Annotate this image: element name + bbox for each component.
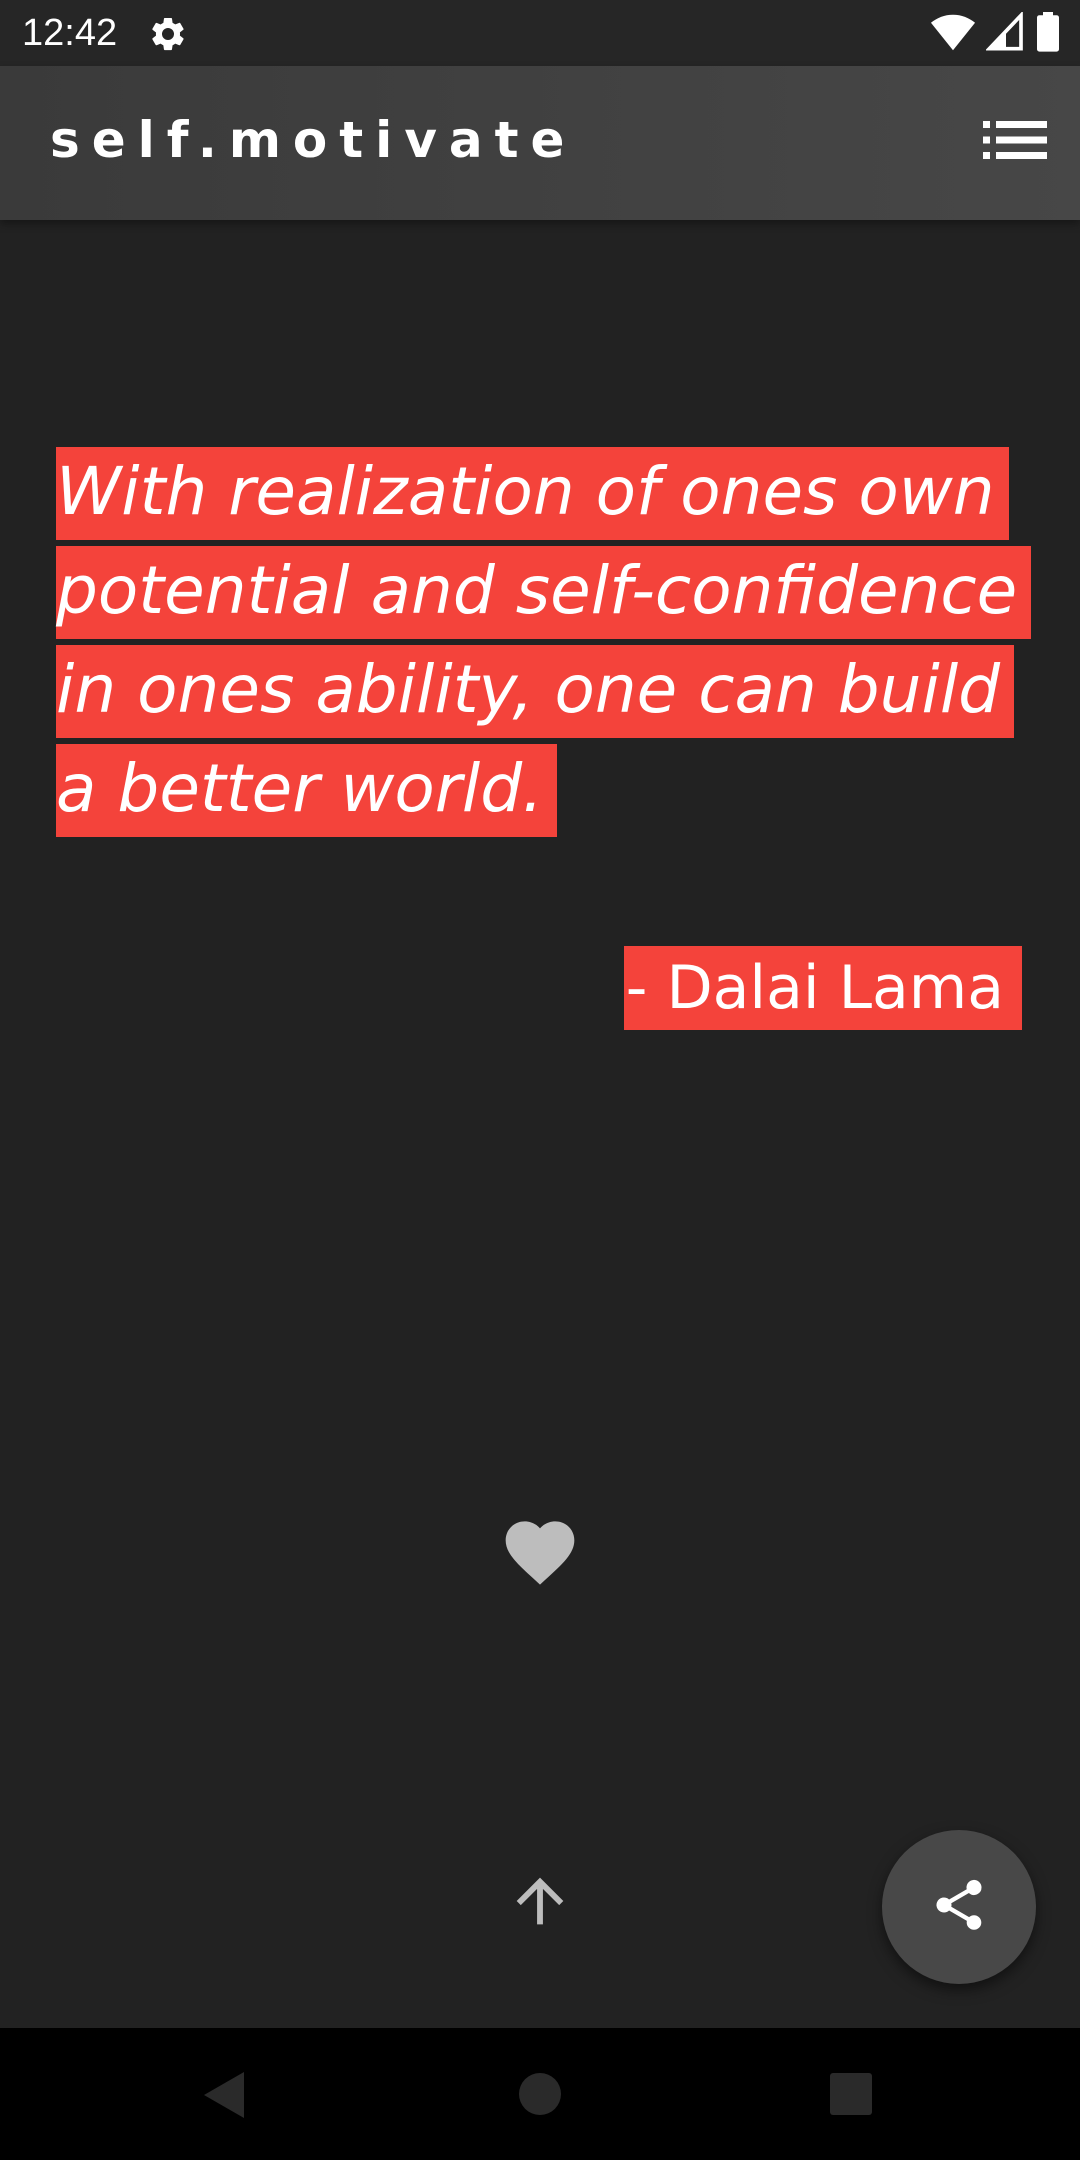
settings-icon <box>148 14 188 54</box>
quote-text: With realization of ones own potential a… <box>56 447 1032 837</box>
home-icon <box>518 2073 562 2120</box>
app-title: self.motivate <box>50 111 577 169</box>
system-nav-bar <box>0 2028 1080 2160</box>
arrow-up-icon <box>505 1877 575 1940</box>
status-icons <box>930 10 1060 56</box>
signal-icon <box>985 10 1026 56</box>
status-bar: 12:42 <box>0 0 1080 66</box>
back-button[interactable] <box>200 2070 246 2120</box>
scroll-up-button[interactable] <box>505 1866 575 1936</box>
share-icon <box>929 1875 989 1939</box>
back-icon <box>200 2072 246 2124</box>
wifi-icon <box>930 12 976 56</box>
battery-icon <box>1036 12 1060 56</box>
status-time: 12:42 <box>22 12 118 54</box>
app-bar: self.motivate <box>0 66 1080 220</box>
heart-icon <box>500 1521 580 1592</box>
recents-button[interactable] <box>829 2072 873 2116</box>
quote-container: With realization of ones own potential a… <box>56 442 1036 838</box>
list-icon <box>983 120 1047 164</box>
share-button[interactable] <box>882 1830 1036 1984</box>
home-button[interactable] <box>518 2072 562 2116</box>
list-menu-button[interactable] <box>980 112 1050 172</box>
recents-icon <box>829 2073 873 2120</box>
favorite-button[interactable] <box>500 1512 580 1588</box>
screen: 12:42 self.motivate With realization of … <box>0 0 1080 2160</box>
quote-author: - Dalai Lama <box>623 946 1022 1030</box>
author-container: - Dalai Lama <box>623 946 1022 1030</box>
